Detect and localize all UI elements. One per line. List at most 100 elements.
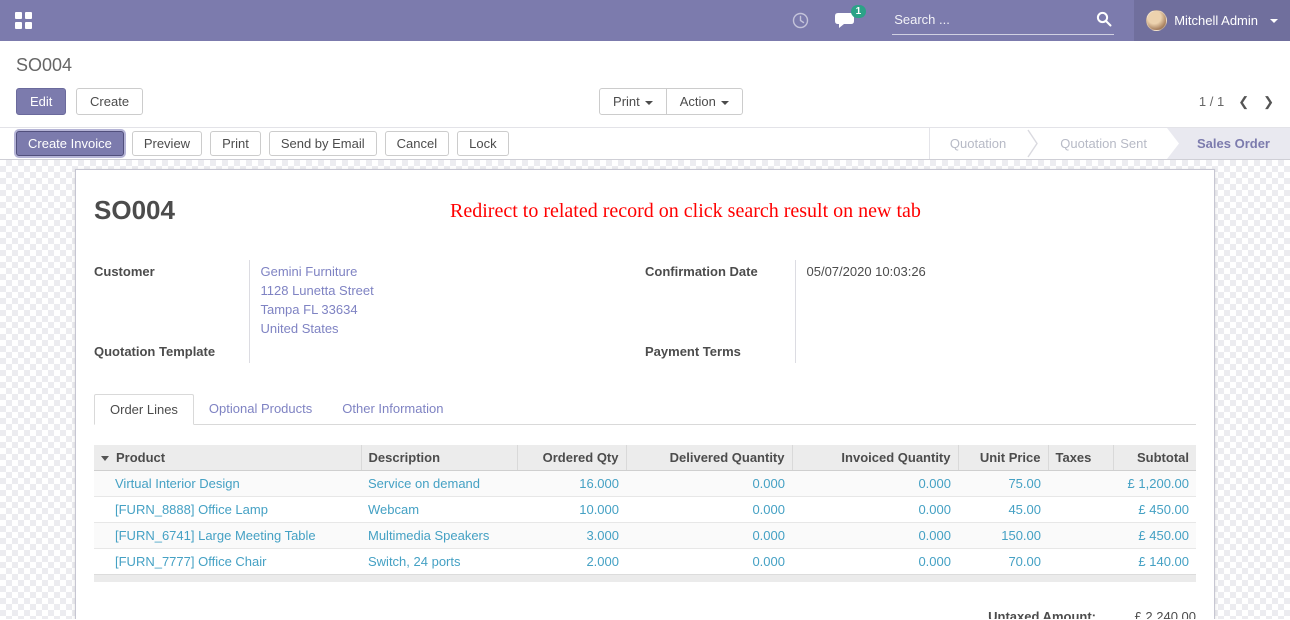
cell-description[interactable]: Switch, 24 ports xyxy=(361,549,517,575)
cell-delivered-qty[interactable]: 0.000 xyxy=(626,523,792,549)
cell-product[interactable]: Virtual Interior Design xyxy=(94,471,361,497)
cell-ordered-qty[interactable]: 3.000 xyxy=(517,523,626,549)
user-menu[interactable]: Mitchell Admin xyxy=(1134,0,1290,41)
table-row[interactable]: [FURN_6741] Large Meeting Table Multimed… xyxy=(94,523,1196,549)
navbar-systray: 1 Mitchell Admin xyxy=(779,0,1290,41)
cell-subtotal[interactable]: £ 450.00 xyxy=(1113,497,1196,523)
messages-badge: 1 xyxy=(851,5,867,18)
cell-delivered-qty[interactable]: 0.000 xyxy=(626,549,792,575)
print-button[interactable]: Print xyxy=(210,131,261,156)
cell-subtotal[interactable]: £ 1,200.00 xyxy=(1113,471,1196,497)
column-taxes[interactable]: Taxes xyxy=(1048,445,1113,471)
customer-link[interactable]: Gemini Furniture xyxy=(261,262,646,281)
cell-unit-price[interactable]: 150.00 xyxy=(958,523,1048,549)
column-delivered-quantity[interactable]: Delivered Quantity xyxy=(626,445,792,471)
chevron-down-icon xyxy=(721,101,729,105)
column-description[interactable]: Description xyxy=(361,445,517,471)
grid-icon xyxy=(15,12,32,29)
payment-terms-value xyxy=(795,340,1196,363)
state-sales-order[interactable]: Sales Order xyxy=(1167,128,1290,159)
confirmation-date-label: Confirmation Date xyxy=(645,260,795,340)
state-quotation[interactable]: Quotation xyxy=(930,128,1026,159)
cell-taxes[interactable] xyxy=(1048,471,1113,497)
edit-button[interactable]: Edit xyxy=(16,88,66,115)
table-row[interactable]: [FURN_8888] Office Lamp Webcam 10.000 0.… xyxy=(94,497,1196,523)
send-by-email-button[interactable]: Send by Email xyxy=(269,131,377,156)
breadcrumb: SO004 xyxy=(16,55,1274,76)
form-view-background: SO004 Redirect to related record on clic… xyxy=(0,160,1290,619)
statusbar: Create Invoice Preview Print Send by Ema… xyxy=(0,127,1290,160)
cell-delivered-qty[interactable]: 0.000 xyxy=(626,471,792,497)
lock-button[interactable]: Lock xyxy=(457,131,508,156)
cell-ordered-qty[interactable]: 16.000 xyxy=(517,471,626,497)
cell-invoiced-qty[interactable]: 0.000 xyxy=(792,497,958,523)
pager: 1 / 1 ❮ ❯ xyxy=(1199,94,1274,110)
column-unit-price[interactable]: Unit Price xyxy=(958,445,1048,471)
column-product[interactable]: Product xyxy=(94,445,361,471)
activities-clock-icon[interactable] xyxy=(792,12,809,29)
cell-description[interactable]: Multimedia Speakers xyxy=(361,523,517,549)
action-menu-button[interactable]: Action xyxy=(666,88,743,115)
customer-label: Customer xyxy=(94,260,249,340)
cell-invoiced-qty[interactable]: 0.000 xyxy=(792,549,958,575)
cell-product[interactable]: [FURN_8888] Office Lamp xyxy=(94,497,361,523)
cell-invoiced-qty[interactable]: 0.000 xyxy=(792,471,958,497)
cell-taxes[interactable] xyxy=(1048,549,1113,575)
chevron-down-icon xyxy=(645,101,653,105)
statusbar-buttons: Create Invoice Preview Print Send by Ema… xyxy=(16,131,509,156)
cell-ordered-qty[interactable]: 10.000 xyxy=(517,497,626,523)
column-invoiced-quantity[interactable]: Invoiced Quantity xyxy=(792,445,958,471)
pager-previous-icon[interactable]: ❮ xyxy=(1238,94,1249,110)
payment-terms-label: Payment Terms xyxy=(645,340,795,363)
tab-optional-products[interactable]: Optional Products xyxy=(194,394,327,425)
customer-address-line: United States xyxy=(261,319,646,338)
cell-taxes[interactable] xyxy=(1048,497,1113,523)
pager-count: 1 / 1 xyxy=(1199,94,1224,109)
cell-description[interactable]: Webcam xyxy=(361,497,517,523)
create-button[interactable]: Create xyxy=(76,88,143,115)
cell-unit-price[interactable]: 45.00 xyxy=(958,497,1048,523)
tab-order-lines[interactable]: Order Lines xyxy=(94,394,194,425)
cell-taxes[interactable] xyxy=(1048,523,1113,549)
column-ordered-qty[interactable]: Ordered Qty xyxy=(517,445,626,471)
column-subtotal[interactable]: Subtotal xyxy=(1113,445,1196,471)
list-header-row: Product Description Ordered Qty Delivere… xyxy=(94,445,1196,471)
field-group-right: Confirmation Date 05/07/2020 10:03:26 Pa… xyxy=(645,260,1196,363)
print-action-group: Print Action xyxy=(599,88,743,115)
order-lines-list: Product Description Ordered Qty Delivere… xyxy=(94,445,1196,619)
create-invoice-button[interactable]: Create Invoice xyxy=(16,131,124,156)
untaxed-amount-value: £ 2,240.00 xyxy=(1096,609,1196,619)
cell-product[interactable]: [FURN_6741] Large Meeting Table xyxy=(94,523,361,549)
pager-next-icon[interactable]: ❯ xyxy=(1263,94,1274,110)
annotation-note: Redirect to related record on click sear… xyxy=(175,195,1196,223)
table-row[interactable]: [FURN_7777] Office Chair Switch, 24 port… xyxy=(94,549,1196,575)
cell-subtotal[interactable]: £ 140.00 xyxy=(1113,549,1196,575)
apps-menu-icon[interactable] xyxy=(0,0,46,41)
avatar xyxy=(1146,10,1167,31)
cell-subtotal[interactable]: £ 450.00 xyxy=(1113,523,1196,549)
chevron-separator-icon xyxy=(1026,128,1040,159)
cell-product[interactable]: [FURN_7777] Office Chair xyxy=(94,549,361,575)
page-title: SO004 xyxy=(94,195,175,226)
customer-address-line: 1128 Lunetta Street xyxy=(261,281,646,300)
cell-invoiced-qty[interactable]: 0.000 xyxy=(792,523,958,549)
print-menu-button[interactable]: Print xyxy=(599,88,667,115)
cancel-button[interactable]: Cancel xyxy=(385,131,449,156)
search-icon[interactable] xyxy=(1096,11,1112,30)
messages-icon[interactable]: 1 xyxy=(835,12,855,29)
table-row[interactable]: Virtual Interior Design Service on deman… xyxy=(94,471,1196,497)
untaxed-amount-label: Untaxed Amount: xyxy=(988,609,1096,619)
status-pipeline: Quotation Quotation Sent Sales Order xyxy=(929,128,1290,159)
cell-description[interactable]: Service on demand xyxy=(361,471,517,497)
search-input[interactable] xyxy=(892,7,1114,34)
state-quotation-sent[interactable]: Quotation Sent xyxy=(1040,128,1167,159)
quotation-template-label: Quotation Template xyxy=(94,340,249,363)
cell-ordered-qty[interactable]: 2.000 xyxy=(517,549,626,575)
record-buttons: Edit Create xyxy=(16,88,143,115)
preview-button[interactable]: Preview xyxy=(132,131,202,156)
cell-unit-price[interactable]: 75.00 xyxy=(958,471,1048,497)
tab-other-information[interactable]: Other Information xyxy=(327,394,458,425)
cell-unit-price[interactable]: 70.00 xyxy=(958,549,1048,575)
notebook-tabs: Order Lines Optional Products Other Info… xyxy=(94,393,1196,425)
cell-delivered-qty[interactable]: 0.000 xyxy=(626,497,792,523)
